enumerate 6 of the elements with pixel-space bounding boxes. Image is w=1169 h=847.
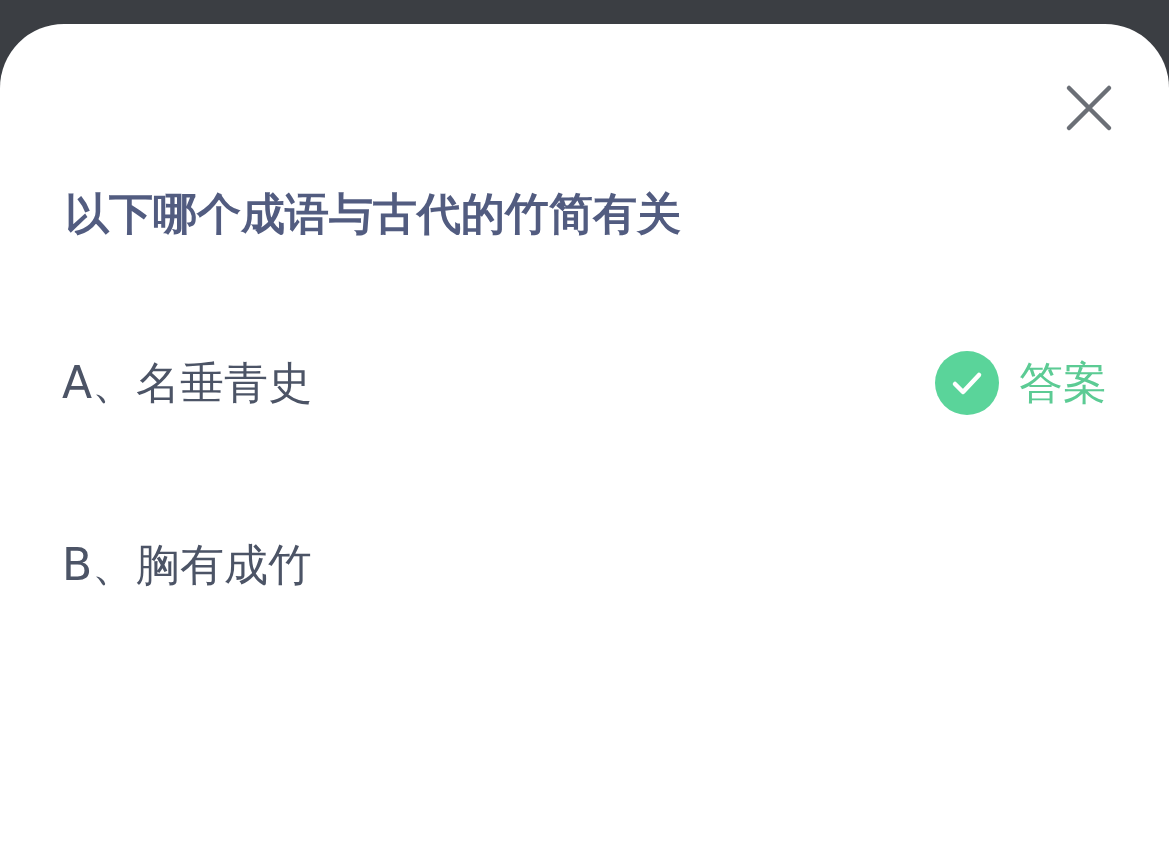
question-title: 以下哪个成语与古代的竹简有关	[65, 188, 681, 239]
option-text[interactable]: B、胸有成竹	[62, 532, 313, 598]
close-icon	[1065, 84, 1113, 132]
answer-label: 答案	[1019, 356, 1107, 410]
check-icon	[935, 351, 999, 415]
option-text[interactable]: A、名垂青史	[62, 350, 313, 416]
